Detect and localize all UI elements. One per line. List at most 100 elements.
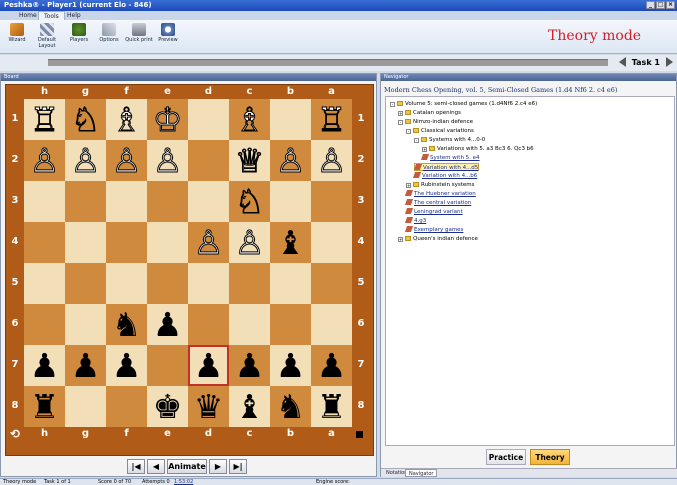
- square-f5[interactable]: [106, 263, 147, 304]
- tree-node[interactable]: Variation with 4...d5: [413, 163, 480, 171]
- square-g6[interactable]: [65, 304, 106, 345]
- expand-icon[interactable]: +: [406, 183, 411, 188]
- square-d7[interactable]: ♟: [188, 345, 229, 386]
- quick-print-button[interactable]: Quick print: [124, 22, 154, 52]
- square-f3[interactable]: [106, 181, 147, 222]
- square-a2[interactable]: ♙: [311, 140, 352, 181]
- square-h5[interactable]: [24, 263, 65, 304]
- flip-board-icon[interactable]: ⟲: [7, 427, 23, 441]
- tab-navigator[interactable]: Navigator: [405, 469, 438, 477]
- square-h6[interactable]: [24, 304, 65, 345]
- black-bishop-piece[interactable]: ♝: [276, 226, 306, 259]
- white-king-piece[interactable]: ♔: [152, 103, 183, 137]
- tree-node[interactable]: - Nimzo-indian defence: [398, 118, 473, 126]
- black-king-piece[interactable]: ♚: [153, 390, 183, 423]
- expand-icon[interactable]: +: [398, 237, 403, 242]
- white-pawn-piece[interactable]: ♙: [111, 144, 142, 178]
- square-f2[interactable]: ♙: [106, 140, 147, 181]
- tree-node[interactable]: - Classical variations: [406, 127, 474, 135]
- square-c5[interactable]: [229, 263, 270, 304]
- tree-node[interactable]: + Queen's indian defence: [398, 235, 478, 243]
- square-h4[interactable]: [24, 222, 65, 263]
- white-rook-piece[interactable]: ♖: [316, 103, 347, 137]
- square-b5[interactable]: [270, 263, 311, 304]
- square-e4[interactable]: [147, 222, 188, 263]
- default-layout-button[interactable]: Default Layout: [34, 22, 60, 52]
- tree-node[interactable]: + Catalan openings: [398, 109, 461, 117]
- black-pawn-piece[interactable]: ♟: [112, 349, 142, 382]
- white-pawn-piece[interactable]: ♙: [29, 144, 60, 178]
- square-g3[interactable]: [65, 181, 106, 222]
- square-d8[interactable]: ♛: [188, 386, 229, 427]
- options-button[interactable]: Options: [96, 22, 122, 52]
- tree-node[interactable]: + Variations with 5. a3 Bc3 6. Qc3 b6: [422, 145, 534, 153]
- white-pawn-piece[interactable]: ♙: [152, 144, 183, 178]
- white-rook-piece[interactable]: ♖: [29, 103, 60, 137]
- preview-button[interactable]: Preview: [155, 22, 181, 52]
- black-queen-piece[interactable]: ♛: [194, 390, 224, 423]
- square-e5[interactable]: [147, 263, 188, 304]
- square-b3[interactable]: [270, 181, 311, 222]
- black-pawn-piece[interactable]: ♟: [276, 349, 306, 382]
- tree-node[interactable]: Variation with 4...b6: [412, 172, 477, 180]
- close-icon[interactable]: ×: [666, 1, 675, 9]
- square-b6[interactable]: [270, 304, 311, 345]
- practice-button[interactable]: Practice: [486, 449, 526, 465]
- square-b1[interactable]: [270, 99, 311, 140]
- wizard-button[interactable]: Wizard: [4, 22, 30, 52]
- white-knight-piece[interactable]: ♘: [70, 103, 101, 137]
- prev-move-button[interactable]: ◀: [147, 459, 165, 474]
- animate-button[interactable]: Animate: [167, 459, 207, 474]
- square-d4[interactable]: ♙: [188, 222, 229, 263]
- square-d3[interactable]: [188, 181, 229, 222]
- collapse-icon[interactable]: -: [398, 120, 403, 125]
- white-pawn-piece[interactable]: ♙: [234, 226, 265, 260]
- white-pawn-piece[interactable]: ♙: [275, 144, 306, 178]
- next-move-button[interactable]: ▶: [209, 459, 227, 474]
- square-f4[interactable]: [106, 222, 147, 263]
- square-a8[interactable]: ♜: [311, 386, 352, 427]
- square-d2[interactable]: [188, 140, 229, 181]
- square-e1[interactable]: ♔: [147, 99, 188, 140]
- black-knight-piece[interactable]: ♞: [276, 390, 306, 423]
- black-pawn-piece[interactable]: ♟: [317, 349, 347, 382]
- expand-icon[interactable]: +: [398, 111, 403, 116]
- square-a3[interactable]: [311, 181, 352, 222]
- theory-button[interactable]: Theory: [530, 449, 570, 465]
- square-a5[interactable]: [311, 263, 352, 304]
- square-e6[interactable]: ♟: [147, 304, 188, 345]
- tab-help[interactable]: Help: [62, 11, 86, 20]
- prev-task-icon[interactable]: [618, 57, 626, 67]
- square-d5[interactable]: [188, 263, 229, 304]
- black-knight-piece[interactable]: ♞: [112, 308, 142, 341]
- collapse-icon[interactable]: -: [414, 138, 419, 143]
- square-e7[interactable]: [147, 345, 188, 386]
- minimize-icon[interactable]: _: [646, 1, 655, 9]
- square-c6[interactable]: [229, 304, 270, 345]
- square-f8[interactable]: [106, 386, 147, 427]
- square-c3[interactable]: ♘: [229, 181, 270, 222]
- square-f6[interactable]: ♞: [106, 304, 147, 345]
- last-move-button[interactable]: ▶|: [229, 459, 247, 474]
- white-queen-piece[interactable]: ♕: [234, 144, 265, 178]
- square-b2[interactable]: ♙: [270, 140, 311, 181]
- black-pawn-piece[interactable]: ♟: [30, 349, 60, 382]
- tree-node[interactable]: Exemplary games: [404, 226, 463, 234]
- tree-node[interactable]: Leningrad variant: [404, 208, 463, 216]
- square-b4[interactable]: ♝: [270, 222, 311, 263]
- square-a4[interactable]: [311, 222, 352, 263]
- tree-node[interactable]: - Systems with 4...0-0: [414, 136, 485, 144]
- next-task-icon[interactable]: [666, 57, 673, 67]
- black-pawn-piece[interactable]: ♟: [153, 308, 183, 341]
- square-c2[interactable]: ♕: [229, 140, 270, 181]
- square-g1[interactable]: ♘: [65, 99, 106, 140]
- first-move-button[interactable]: |◀: [127, 459, 145, 474]
- players-button[interactable]: Players: [66, 22, 92, 52]
- black-bishop-piece[interactable]: ♝: [235, 390, 265, 423]
- square-c4[interactable]: ♙: [229, 222, 270, 263]
- square-a7[interactable]: ♟: [311, 345, 352, 386]
- square-a1[interactable]: ♖: [311, 99, 352, 140]
- tree-node[interactable]: The Huebner variation: [404, 190, 476, 198]
- collapse-icon[interactable]: -: [406, 129, 411, 134]
- square-h1[interactable]: ♖: [24, 99, 65, 140]
